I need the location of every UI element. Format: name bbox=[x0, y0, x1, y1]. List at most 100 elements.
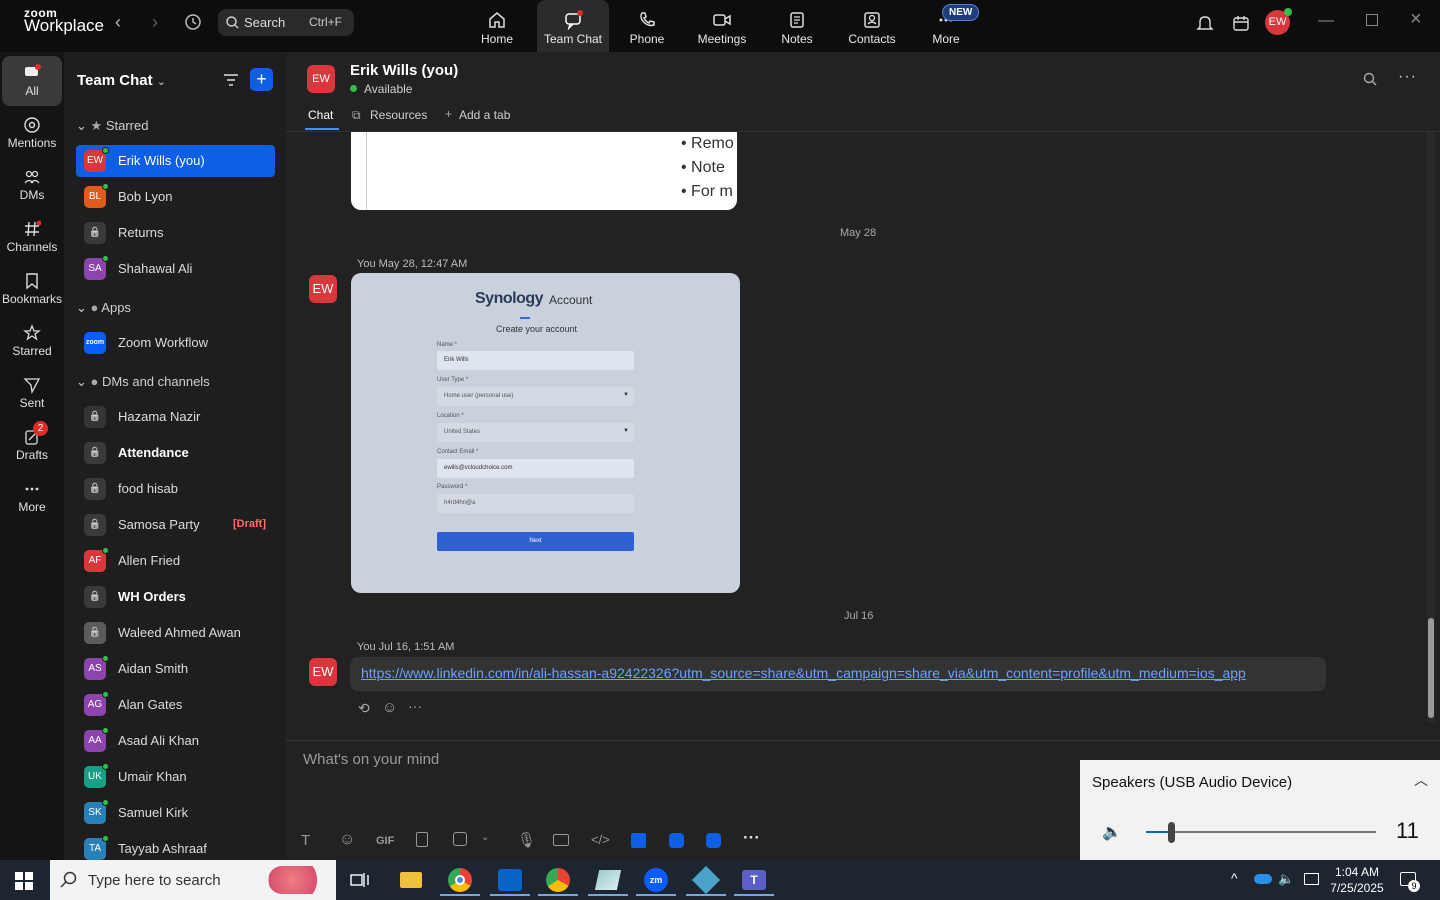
scrollbar-thumb[interactable] bbox=[1428, 618, 1434, 718]
speaker-icon[interactable]: 🔈 bbox=[1102, 822, 1122, 842]
bell-icon[interactable] bbox=[1196, 14, 1214, 32]
emoji-icon[interactable]: ☺ bbox=[339, 831, 355, 849]
presence-dot bbox=[350, 85, 357, 92]
tab-resources[interactable]: Resources bbox=[370, 108, 427, 122]
section-starred[interactable]: ⌄ ★ Starred bbox=[76, 118, 148, 134]
list-item[interactable]: 🔒 food hisab bbox=[76, 473, 275, 505]
show-hidden-icons[interactable]: ^ bbox=[1231, 870, 1238, 886]
text-format-icon[interactable]: T bbox=[301, 832, 310, 849]
app-icon-whiteboard[interactable] bbox=[669, 833, 684, 848]
chevron-up-icon[interactable]: ︿ bbox=[1414, 770, 1428, 790]
rail-drafts[interactable]: Drafts bbox=[2, 420, 62, 470]
rail-starred[interactable]: Starred bbox=[2, 316, 62, 366]
chrome-icon[interactable] bbox=[440, 864, 480, 896]
taskbar-clock[interactable]: 1:04 AM 7/25/2025 bbox=[1329, 864, 1385, 896]
list-item[interactable]: EW Erik Wills (you) bbox=[76, 145, 275, 177]
more-options-icon[interactable]: ··· bbox=[1398, 68, 1417, 86]
volume-slider-thumb[interactable] bbox=[1168, 822, 1176, 843]
linkedin-link[interactable]: https://www.linkedin.com/in/ali-hassan-a… bbox=[361, 665, 1246, 681]
chat-title[interactable]: Erik Wills (you) bbox=[350, 62, 458, 79]
gif-icon[interactable]: GIF bbox=[376, 835, 394, 847]
task-view-icon[interactable] bbox=[350, 871, 370, 889]
tab-phone-label: Phone bbox=[629, 32, 665, 46]
rail-mentions[interactable]: Mentions bbox=[2, 108, 62, 158]
card-divider bbox=[366, 132, 367, 210]
rail-all[interactable]: All bbox=[2, 56, 62, 106]
rail-bookmarks[interactable]: Bookmarks bbox=[2, 264, 62, 314]
onedrive-icon[interactable] bbox=[1254, 874, 1272, 884]
windows-start-icon[interactable] bbox=[15, 872, 33, 890]
screenshot-icon[interactable] bbox=[453, 832, 467, 846]
list-item[interactable]: AS Aidan Smith bbox=[76, 653, 275, 685]
chevron-down-icon[interactable]: ⌄ bbox=[481, 832, 489, 843]
list-item[interactable]: BL Bob Lyon bbox=[76, 181, 275, 213]
list-item[interactable]: 🔒 Hazama Nazir bbox=[76, 401, 275, 433]
tab-phone[interactable]: Phone bbox=[611, 0, 683, 52]
list-item[interactable]: UK Umair Khan bbox=[76, 761, 275, 793]
section-apps[interactable]: ⌄ ● Apps bbox=[76, 300, 131, 316]
synology-screenshot-image[interactable]: Synology Account Create your account Nam… bbox=[351, 273, 740, 593]
list-item[interactable]: 🔒 Returns bbox=[76, 217, 275, 249]
remote-desktop-icon[interactable] bbox=[686, 864, 726, 896]
brand-title: Workplace bbox=[24, 16, 104, 35]
app-icon-notes[interactable] bbox=[706, 833, 721, 848]
volume-icon[interactable]: 🔈 bbox=[1278, 871, 1294, 887]
tab-meetings[interactable]: Meetings bbox=[686, 0, 758, 52]
tab-home[interactable]: Home bbox=[461, 0, 533, 52]
reply-icon[interactable]: ⟲ bbox=[358, 700, 370, 717]
app-icon-docs[interactable] bbox=[631, 833, 646, 848]
minimize-icon[interactable]: — bbox=[1318, 12, 1334, 30]
list-item[interactable]: SA Shahawal Ali bbox=[76, 253, 275, 285]
search-icon[interactable] bbox=[1363, 72, 1377, 86]
new-chat-button[interactable]: + bbox=[250, 68, 273, 91]
speaker-device-name[interactable]: Speakers (USB Audio Device) bbox=[1092, 774, 1292, 791]
app-icon-generic[interactable] bbox=[588, 864, 628, 896]
bullet-item: • Note bbox=[681, 159, 725, 176]
outlook-icon[interactable] bbox=[490, 864, 530, 896]
taskbar-search[interactable]: Type here to search bbox=[50, 860, 336, 900]
emoji-reaction-icon[interactable]: ☺ bbox=[382, 699, 397, 716]
code-snippet-icon[interactable]: </> bbox=[591, 832, 610, 847]
composer-input[interactable]: What's on your mind bbox=[303, 751, 439, 768]
rail-dms[interactable]: DMs bbox=[2, 160, 62, 210]
filter-icon[interactable] bbox=[223, 73, 239, 87]
network-icon[interactable] bbox=[1304, 873, 1319, 885]
forward-icon[interactable]: › bbox=[152, 12, 158, 33]
teams-icon[interactable]: T bbox=[734, 864, 774, 896]
tab-chat[interactable]: Chat bbox=[308, 108, 333, 122]
list-item[interactable]: 🔒 Attendance bbox=[76, 437, 275, 469]
tab-notes[interactable]: Notes bbox=[761, 0, 833, 52]
back-icon[interactable]: ‹ bbox=[115, 12, 121, 33]
list-item[interactable]: 🔒 Samosa Party [Draft] bbox=[76, 509, 275, 541]
maximize-icon[interactable] bbox=[1366, 14, 1378, 26]
file-icon[interactable] bbox=[416, 832, 428, 847]
tab-contacts[interactable]: Contacts bbox=[836, 0, 908, 52]
rail-sent[interactable]: Sent bbox=[2, 368, 62, 418]
zoom-icon[interactable]: zm bbox=[636, 864, 676, 896]
rail-channels[interactable]: Channels bbox=[2, 212, 62, 262]
list-item[interactable]: AA Asad Ali Khan bbox=[76, 725, 275, 757]
list-item[interactable]: SK Samuel Kirk bbox=[76, 797, 275, 829]
list-item[interactable]: 🔒 WH Orders bbox=[76, 581, 275, 613]
presence-dot bbox=[102, 727, 109, 734]
list-item[interactable]: AF Allen Fried bbox=[76, 545, 275, 577]
list-item[interactable]: 🔒 Waleed Ahmed Awan bbox=[76, 617, 275, 649]
close-icon[interactable]: × bbox=[1410, 8, 1422, 31]
rail-more[interactable]: More bbox=[2, 472, 62, 522]
list-item[interactable]: zoom Zoom Workflow bbox=[76, 327, 275, 359]
sidebar-title[interactable]: Team Chat ⌄ bbox=[77, 72, 166, 89]
volume-slider-track[interactable] bbox=[1146, 831, 1376, 833]
calendar-icon[interactable] bbox=[1232, 14, 1250, 32]
video-message-icon[interactable] bbox=[553, 834, 569, 846]
file-explorer-icon[interactable] bbox=[390, 864, 430, 896]
chrome-profile-icon[interactable] bbox=[538, 864, 578, 896]
tab-team-chat[interactable]: Team Chat bbox=[537, 0, 609, 52]
history-icon[interactable] bbox=[184, 13, 202, 31]
more-apps-icon[interactable]: ··· bbox=[743, 828, 760, 848]
search-bar[interactable]: Search Ctrl+F bbox=[218, 9, 354, 36]
more-actions-icon[interactable]: ··· bbox=[408, 698, 422, 714]
section-dms[interactable]: ⌄ ● DMs and channels bbox=[76, 374, 210, 390]
microphone-icon[interactable]: 🎙 bbox=[517, 831, 536, 849]
list-item[interactable]: AG Alan Gates bbox=[76, 689, 275, 721]
add-tab[interactable]: Add a tab bbox=[459, 108, 510, 122]
